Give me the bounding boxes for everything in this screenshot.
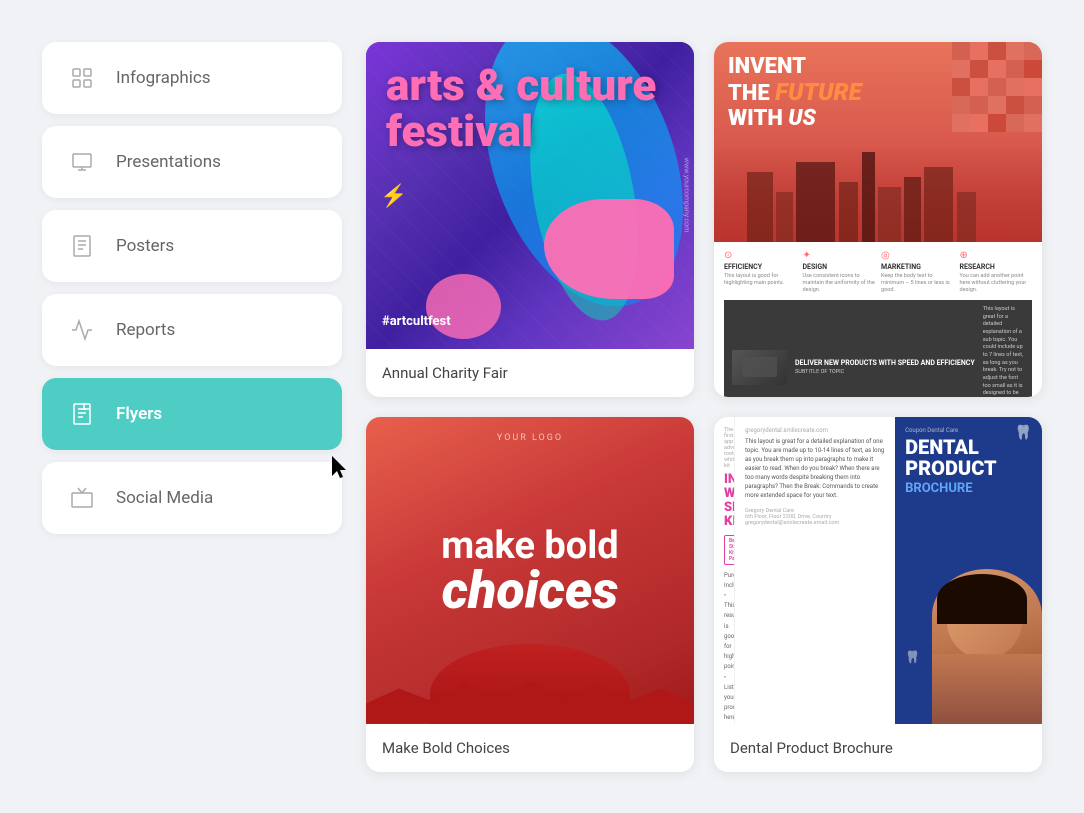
future-features: ⊙ EFFICIENCY This layout is good for hig… [724, 250, 1032, 294]
arts-card-label: Annual Charity Fair [366, 349, 694, 397]
dental-brochure-subtitle: BROCHURE [905, 481, 1032, 496]
card-dental[interactable]: The first app advanced tooth whitening k… [714, 417, 1042, 772]
dental-brochure-header: Coupon Dental Care [905, 427, 1032, 434]
card-arts-festival[interactable]: arts & culture festival ⚡ #artcultfest w… [366, 42, 694, 397]
dental-whitening-left: The first app advanced tooth whitening k… [714, 417, 734, 724]
card-invent-future[interactable]: INVENT THE FUTURE WITH US ⊙ EFFICIENCY T… [714, 42, 1042, 397]
city-skyline [714, 142, 1042, 242]
bold-logo-text: YOUR LOGO [497, 433, 563, 443]
sidebar-item-flyers-label: Flyers [116, 404, 162, 424]
feature-marketing: ◎ MARKETING Keep the body text to minimu… [881, 250, 954, 294]
dental-label-text: Dental Product Brochure [730, 739, 893, 757]
bold-card-label: Make Bold Choices [366, 724, 694, 772]
cursor [332, 456, 352, 480]
sidebar-item-posters-label: Posters [116, 236, 174, 256]
card-future-image: INVENT THE FUTURE WITH US ⊙ EFFICIENCY T… [714, 42, 1042, 397]
tooth-icon: 🦷 [1015, 425, 1032, 441]
sidebar-item-posters[interactable]: Posters [42, 210, 342, 282]
dental-card-label: Dental Product Brochure [714, 724, 1042, 772]
feature-research: ⊕ RESEARCH You can add another point her… [960, 250, 1033, 294]
infographics-icon [64, 60, 100, 96]
feature-design: ✦ DESIGN Use consistent icons to maintai… [803, 250, 876, 294]
bold-main-text: make bold choices [441, 526, 618, 615]
sidebar-item-presentations[interactable]: Presentations [42, 126, 342, 198]
card-bold-image: YOUR LOGO make bold choices [366, 417, 694, 724]
arts-title: arts & culture festival [386, 62, 694, 154]
bold-choices-text: choices [441, 568, 618, 615]
content-grid: arts & culture festival ⚡ #artcultfest w… [366, 42, 1042, 772]
posters-icon [64, 228, 100, 264]
feature-efficiency: ⊙ EFFICIENCY This layout is good for hig… [724, 250, 797, 294]
future-title: INVENT THE FUTURE WITH US [728, 54, 862, 132]
future-content: ⊙ EFFICIENCY This layout is good for hig… [714, 242, 1042, 397]
dental-footer-text: Gregory Dental Care6th Floor, Floor 2200… [745, 508, 885, 526]
future-dark-text: This layout is great for a detailed expl… [983, 306, 1024, 397]
social-media-icon [64, 480, 100, 516]
sidebar: Infographics Presentations Posters [42, 42, 342, 772]
card-dental-image: The first app advanced tooth whitening k… [714, 417, 1042, 724]
package-beginner: BeginnersStarter KitPackage [724, 535, 734, 565]
sidebar-item-presentations-label: Presentations [116, 152, 221, 172]
tooth-icon-bottom: 🦷 [905, 650, 920, 664]
dental-middle-header: gregorydental.smilecreate.com [745, 427, 885, 434]
sidebar-item-reports[interactable]: Reports [42, 294, 342, 366]
reports-icon [64, 312, 100, 348]
dental-description-text: This layout is great for a detailed expl… [745, 437, 885, 500]
bold-torn-paper [366, 604, 694, 724]
dental-description-middle: gregorydental.smilecreate.com This layou… [734, 417, 895, 724]
checkerboard [952, 42, 1042, 132]
future-dark-content: DELIVER NEW PRODUCTS WITH SPEED AND EFFI… [795, 359, 975, 376]
future-dark-section: DELIVER NEW PRODUCTS WITH SPEED AND EFFI… [724, 300, 1032, 397]
future-product-image [732, 350, 787, 385]
card-arts-image: arts & culture festival ⚡ #artcultfest w… [366, 42, 694, 349]
sidebar-item-flyers[interactable]: Flyers [42, 378, 342, 450]
arts-label-text: Annual Charity Fair [382, 364, 508, 382]
sidebar-item-social-media[interactable]: Social Media [42, 462, 342, 534]
dental-person-image [932, 569, 1042, 724]
dental-brochure-right: Coupon Dental Care 🦷 DENTALPRODUCT BROCH… [895, 417, 1042, 724]
bold-label-text: Make Bold Choices [382, 739, 510, 757]
dental-brochure-title: DENTALPRODUCT [905, 437, 1032, 479]
sidebar-item-reports-label: Reports [116, 320, 175, 340]
presentations-icon [64, 144, 100, 180]
sidebar-item-infographics[interactable]: Infographics [42, 42, 342, 114]
arts-side-text: www.yourcompany.com [683, 158, 691, 233]
sidebar-item-infographics-label: Infographics [116, 68, 211, 88]
app-container: Infographics Presentations Posters [22, 22, 1062, 792]
card-bold-choices[interactable]: YOUR LOGO make bold choices Make Bold Ch [366, 417, 694, 772]
arts-lightning-icon: ⚡ [380, 184, 407, 209]
arts-hashtag: #artcultfest [382, 314, 451, 329]
flyers-icon [64, 396, 100, 432]
sidebar-item-social-media-label: Social Media [116, 488, 213, 508]
